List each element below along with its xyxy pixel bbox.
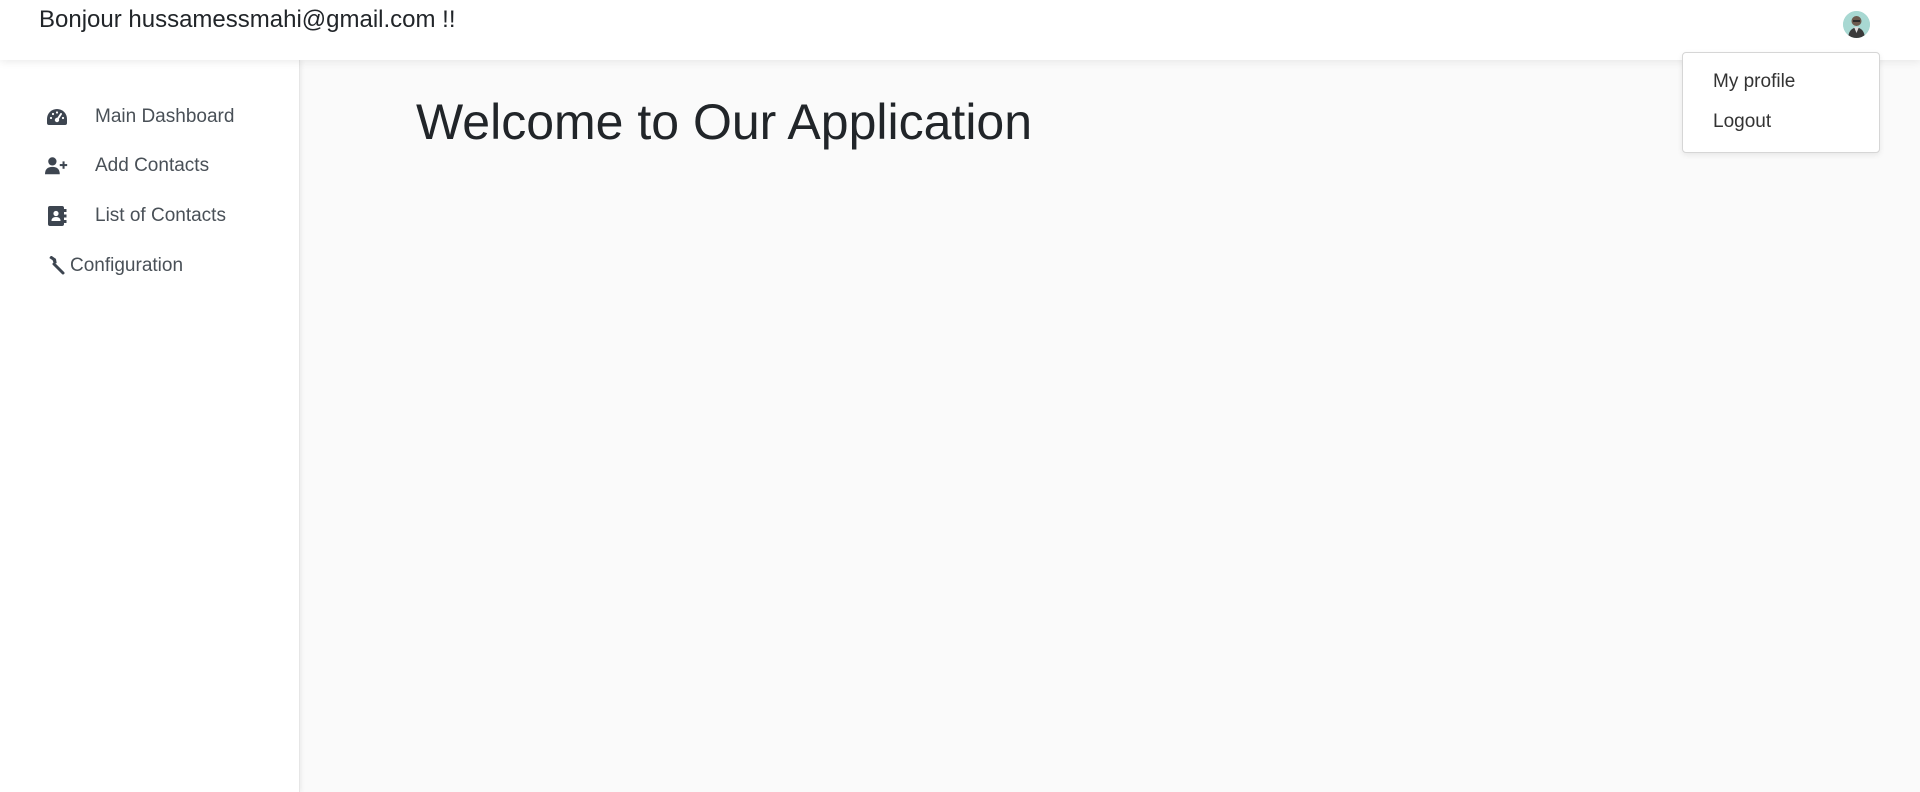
sidebar-item-label: Main Dashboard bbox=[95, 106, 235, 127]
sidebar-item-configuration[interactable]: Configuration bbox=[0, 246, 300, 286]
user-plus-icon bbox=[45, 154, 69, 178]
top-bar: Bonjour hussamessmahi@gmail.com !! bbox=[0, 0, 1920, 60]
sidebar-item-list-of-contacts[interactable]: List of Contacts bbox=[0, 196, 300, 236]
address-book-icon bbox=[45, 204, 69, 228]
sidebar-item-label: Add Contacts bbox=[95, 155, 210, 176]
sidebar-item-add-contacts[interactable]: Add Contacts bbox=[0, 146, 300, 186]
user-avatar[interactable] bbox=[1843, 11, 1870, 38]
page-title: Welcome to Our Application bbox=[416, 94, 1033, 150]
menu-item-my-profile[interactable]: My profile bbox=[1713, 71, 1795, 93]
sidebar-item-label: Configuration bbox=[70, 255, 184, 276]
avatar-icon bbox=[1843, 11, 1870, 38]
menu-item-logout[interactable]: Logout bbox=[1713, 111, 1771, 133]
profile-dropdown-menu: My profile Logout bbox=[1682, 52, 1880, 153]
gauge-icon bbox=[45, 105, 69, 129]
sidebar: Main Dashboard Add Contacts List of Cont bbox=[0, 60, 300, 792]
greeting-text: Bonjour hussamessmahi@gmail.com !! bbox=[39, 6, 456, 33]
hammer-icon bbox=[44, 254, 68, 278]
sidebar-item-main-dashboard[interactable]: Main Dashboard bbox=[0, 97, 300, 137]
sidebar-item-label: List of Contacts bbox=[95, 205, 226, 226]
